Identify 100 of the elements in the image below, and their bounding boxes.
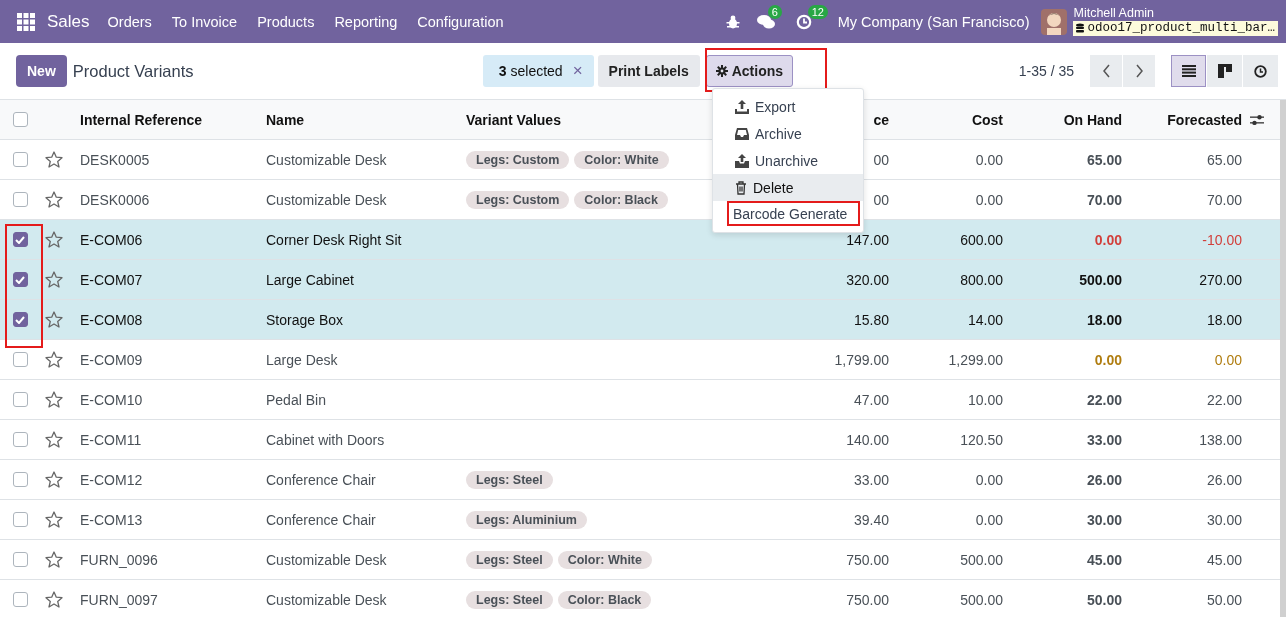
row-checkbox[interactable] xyxy=(12,512,28,527)
company-switcher[interactable]: My Company (San Francisco) xyxy=(837,13,1030,30)
table-cell: 800.00 xyxy=(960,271,1003,288)
star-icon[interactable] xyxy=(45,471,63,488)
upload-tray-icon xyxy=(735,153,749,168)
row-checkbox[interactable] xyxy=(12,192,28,207)
table-cell: 45.00 xyxy=(1086,551,1122,568)
table-cell: 0.00 xyxy=(1094,351,1122,368)
row-checkbox[interactable] xyxy=(12,232,28,247)
column-header[interactable]: ce xyxy=(873,111,889,128)
menu-item[interactable]: Delete xyxy=(713,174,863,201)
table-row[interactable]: E-COM13 Conference Chair Legs: Aluminium 39.40 0.00 30.00 30.00 xyxy=(0,500,1280,540)
star-icon[interactable] xyxy=(45,271,63,288)
star-icon[interactable] xyxy=(45,311,63,328)
variant-tag: Color: White xyxy=(574,150,669,169)
page-title: Product Variants xyxy=(72,61,195,81)
column-header[interactable]: Cost xyxy=(971,111,1003,128)
table-row[interactable]: FURN_0096 Customizable Desk Legs: Steel Color: White 750.00 500.00 45.00 45.00 xyxy=(0,540,1280,580)
star-icon[interactable] xyxy=(45,511,63,528)
table-row[interactable]: E-COM09 Large Desk 1,799.00 1,299.00 0.00 0.00 xyxy=(0,340,1280,380)
menu-item[interactable]: Export xyxy=(713,93,863,120)
row-checkbox[interactable] xyxy=(12,352,28,367)
column-settings-icon[interactable] xyxy=(1250,113,1264,126)
kanban-view-button[interactable] xyxy=(1207,55,1242,87)
scrollbar[interactable] xyxy=(1280,100,1286,617)
table-cell: 70.00 xyxy=(1086,191,1122,208)
nav-menu-item[interactable]: Orders xyxy=(107,13,152,30)
pager-value[interactable]: 1-35 / 35 xyxy=(1018,63,1074,79)
user-avatar-icon[interactable] xyxy=(1041,8,1068,35)
clock-icon xyxy=(1254,64,1267,78)
table-cell: 33.00 xyxy=(1086,431,1122,448)
table-cell: Pedal Bin xyxy=(266,391,326,408)
table-row[interactable]: E-COM10 Pedal Bin 47.00 10.00 22.00 22.00 xyxy=(0,380,1280,420)
nav-menu-item[interactable]: To Invoice xyxy=(171,13,238,30)
table-cell: 26.00 xyxy=(1086,471,1122,488)
table-row[interactable]: E-COM08 Storage Box 15.80 14.00 18.00 18.00 xyxy=(0,300,1280,340)
star-icon[interactable] xyxy=(45,551,63,568)
table-cell: Large Cabinet xyxy=(266,271,354,288)
row-checkbox[interactable] xyxy=(12,592,28,607)
star-icon[interactable] xyxy=(45,431,63,448)
variant-tag: Color: Black xyxy=(574,190,668,209)
table-cell: E-COM06 xyxy=(80,231,143,248)
table-cell: 500.00 xyxy=(960,551,1003,568)
star-icon[interactable] xyxy=(45,351,63,368)
table-cell: Conference Chair xyxy=(266,511,376,528)
row-checkbox[interactable] xyxy=(12,432,28,447)
table-cell: 50.00 xyxy=(1206,591,1242,608)
table-cell: E-COM08 xyxy=(80,311,143,328)
star-icon[interactable] xyxy=(45,231,63,248)
actions-button[interactable]: Actions xyxy=(705,55,794,87)
user-name[interactable]: Mitchell Admin xyxy=(1073,6,1278,21)
table-cell: 26.00 xyxy=(1206,471,1242,488)
star-icon[interactable] xyxy=(45,391,63,408)
column-header[interactable]: On Hand xyxy=(1063,111,1122,128)
column-header[interactable]: Internal Reference xyxy=(80,111,203,128)
table-cell: 500.00 xyxy=(960,591,1003,608)
variant-tag: Color: White xyxy=(557,550,652,569)
row-checkbox[interactable] xyxy=(12,312,28,327)
table-cell: -10.00 xyxy=(1202,231,1242,248)
kanban-icon xyxy=(1217,64,1232,78)
apps-grid-icon[interactable] xyxy=(17,12,35,31)
print-labels-button[interactable]: Print Labels xyxy=(597,55,700,87)
table-row[interactable]: E-COM07 Large Cabinet 320.00 800.00 500.00 270.00 xyxy=(0,260,1280,300)
table-cell: 0.00 xyxy=(1214,351,1242,368)
menu-item[interactable]: Unarchive xyxy=(713,147,863,174)
column-header[interactable]: Variant Values xyxy=(466,111,561,128)
column-header[interactable]: Name xyxy=(266,111,305,128)
new-button[interactable]: New xyxy=(16,55,67,87)
table-cell: Customizable Desk xyxy=(266,591,387,608)
table-row[interactable]: E-COM06 Corner Desk Right Sit 147.00 600.00 0.00 -10.00 xyxy=(0,220,1280,260)
bug-icon[interactable] xyxy=(725,14,740,29)
table-cell: 147.00 xyxy=(846,231,889,248)
star-icon[interactable] xyxy=(45,591,63,608)
table-cell: 1,799.00 xyxy=(834,351,889,368)
star-icon[interactable] xyxy=(45,151,63,168)
table-cell: 320.00 xyxy=(846,271,889,288)
app-name[interactable]: Sales xyxy=(47,11,90,32)
table-row[interactable]: FURN_0097 Customizable Desk Legs: Steel Color: Black 750.00 500.00 50.00 50.00 xyxy=(0,580,1280,617)
nav-menu-item[interactable]: Reporting xyxy=(334,13,398,30)
clear-selection-button[interactable]: × xyxy=(572,61,583,81)
row-checkbox[interactable] xyxy=(12,472,28,487)
table-row[interactable]: E-COM11 Cabinet with Doors 140.00 120.50 33.00 138.00 xyxy=(0,420,1280,460)
table-cell: 30.00 xyxy=(1086,511,1122,528)
row-checkbox[interactable] xyxy=(12,152,28,167)
nav-menu-item[interactable]: Configuration xyxy=(417,13,504,30)
select-all-checkbox[interactable] xyxy=(12,112,28,127)
table-row[interactable]: E-COM12 Conference Chair Legs: Steel 33.00 0.00 26.00 26.00 xyxy=(0,460,1280,500)
list-view-button[interactable] xyxy=(1171,55,1206,87)
table-cell: 22.00 xyxy=(1206,391,1242,408)
table-cell: 65.00 xyxy=(1086,151,1122,168)
star-icon[interactable] xyxy=(45,191,63,208)
row-checkbox[interactable] xyxy=(12,552,28,567)
column-header[interactable]: Forecasted xyxy=(1167,111,1242,128)
table-cell: Corner Desk Right Sit xyxy=(266,231,402,248)
table-cell: Customizable Desk xyxy=(266,191,387,208)
row-checkbox[interactable] xyxy=(12,272,28,287)
row-checkbox[interactable] xyxy=(12,392,28,407)
nav-menu-item[interactable]: Products xyxy=(257,13,315,30)
activity-view-button[interactable] xyxy=(1243,55,1278,87)
clock-icon[interactable] xyxy=(795,13,812,30)
